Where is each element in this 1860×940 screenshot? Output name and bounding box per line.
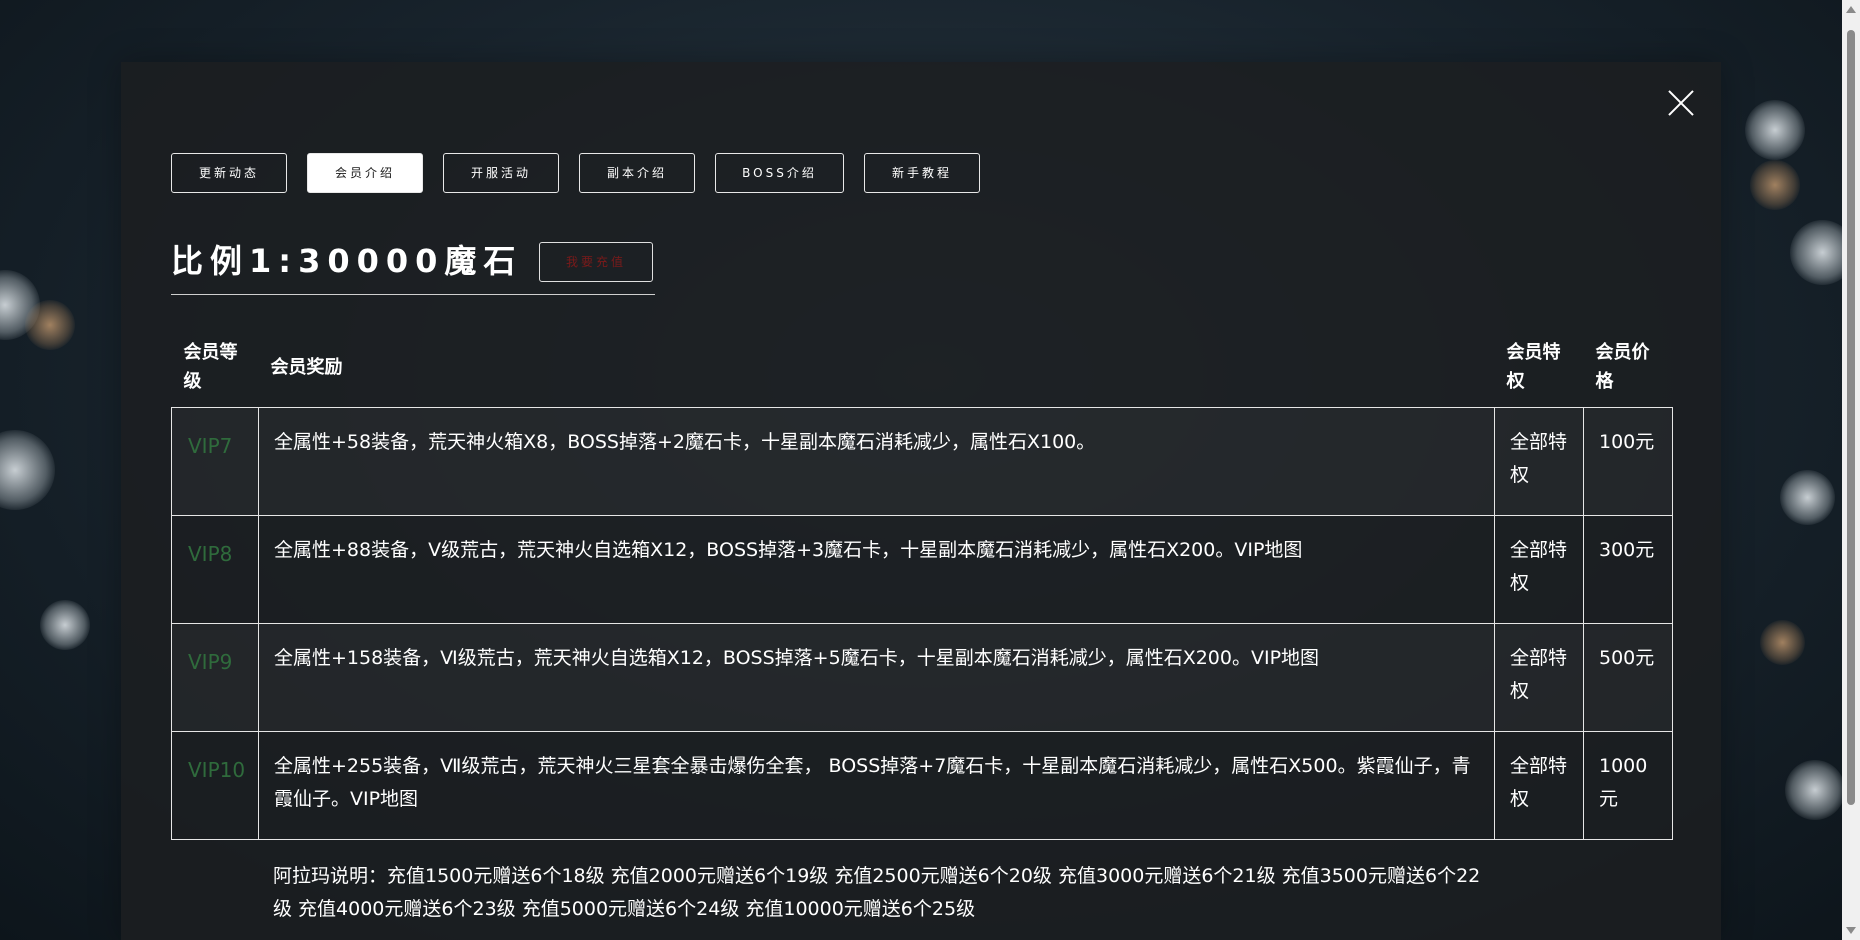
tab-member-intro[interactable]: 会员介绍 <box>307 153 423 193</box>
table-header-row: 会员等级 会员奖励 会员特权 会员价格 <box>172 327 1673 408</box>
vip-price: 1000元 <box>1583 731 1673 840</box>
table-row: VIP7 全属性+58装备，荒天神火箱X8，BOSS掉落+2魔石卡，十星副本魔石… <box>171 407 1673 516</box>
vip-level: VIP8 <box>171 515 259 624</box>
vip-level: VIP9 <box>171 623 259 732</box>
table-row: VIP9 全属性+158装备，Ⅵ级荒古，荒天神火自选箱X12，BOSS掉落+5魔… <box>171 623 1673 732</box>
page-scrollbar[interactable] <box>1842 0 1860 940</box>
tab-dungeon-intro[interactable]: 副本介绍 <box>579 153 695 193</box>
scroll-down-arrow-icon[interactable] <box>1846 927 1856 934</box>
header-reward: 会员奖励 <box>270 356 343 378</box>
vip-price: 300元 <box>1583 515 1673 624</box>
scrollbar-thumb[interactable] <box>1847 30 1855 805</box>
vip-table: 会员等级 会员奖励 会员特权 会员价格 VIP7 全属性+58装备，荒天神火箱X… <box>171 327 1673 840</box>
table-row: VIP10 全属性+255装备，Ⅶ级荒古，荒天神火三星套全暴击爆伤全套， BOS… <box>171 731 1673 840</box>
vip-level: VIP7 <box>171 407 259 516</box>
vip-reward: 全属性+158装备，Ⅵ级荒古，荒天神火自选箱X12，BOSS掉落+5魔石卡，十星… <box>258 623 1495 732</box>
vip-reward: 全属性+58装备，荒天神火箱X8，BOSS掉落+2魔石卡，十星副本魔石消耗减少，… <box>258 407 1495 516</box>
vip-reward: 全属性+255装备，Ⅶ级荒古，荒天神火三星套全暴击爆伤全套， BOSS掉落+7魔… <box>258 731 1495 840</box>
recharge-note: 阿拉玛说明：充值1500元赠送6个18级 充值2000元赠送6个19级 充值25… <box>273 865 1481 920</box>
tab-boss-intro[interactable]: BOSS介绍 <box>715 153 844 193</box>
vip-reward: 全属性+88装备，Ⅴ级荒古，荒天神火自选箱X12，BOSS掉落+3魔石卡，十星副… <box>258 515 1495 624</box>
scroll-up-arrow-icon[interactable] <box>1846 6 1856 13</box>
vip-privilege: 全部特权 <box>1494 515 1584 624</box>
vip-price: 100元 <box>1583 407 1673 516</box>
header-privilege: 会员特权 <box>1506 342 1561 392</box>
tab-launch-events[interactable]: 开服活动 <box>443 153 559 193</box>
title-row: 比例1:30000魔石 我要充值 <box>171 232 655 295</box>
vip-privilege: 全部特权 <box>1494 623 1584 732</box>
vip-level: VIP10 <box>171 731 259 840</box>
vip-privilege: 全部特权 <box>1494 731 1584 840</box>
header-price: 会员价格 <box>1595 342 1650 392</box>
tab-bar: 更新动态 会员介绍 开服活动 副本介绍 BOSS介绍 新手教程 <box>171 153 1000 193</box>
table-row: VIP8 全属性+88装备，Ⅴ级荒古，荒天神火自选箱X12，BOSS掉落+3魔石… <box>171 515 1673 624</box>
header-level: 会员等级 <box>183 342 238 392</box>
tab-newbie-tutorial[interactable]: 新手教程 <box>864 153 980 193</box>
vip-price: 500元 <box>1583 623 1673 732</box>
vip-privilege: 全部特权 <box>1494 407 1584 516</box>
close-icon[interactable] <box>1668 90 1694 116</box>
tab-updates[interactable]: 更新动态 <box>171 153 287 193</box>
page-title: 比例1:30000魔石 <box>171 242 523 280</box>
recharge-button[interactable]: 我要充值 <box>539 242 653 282</box>
